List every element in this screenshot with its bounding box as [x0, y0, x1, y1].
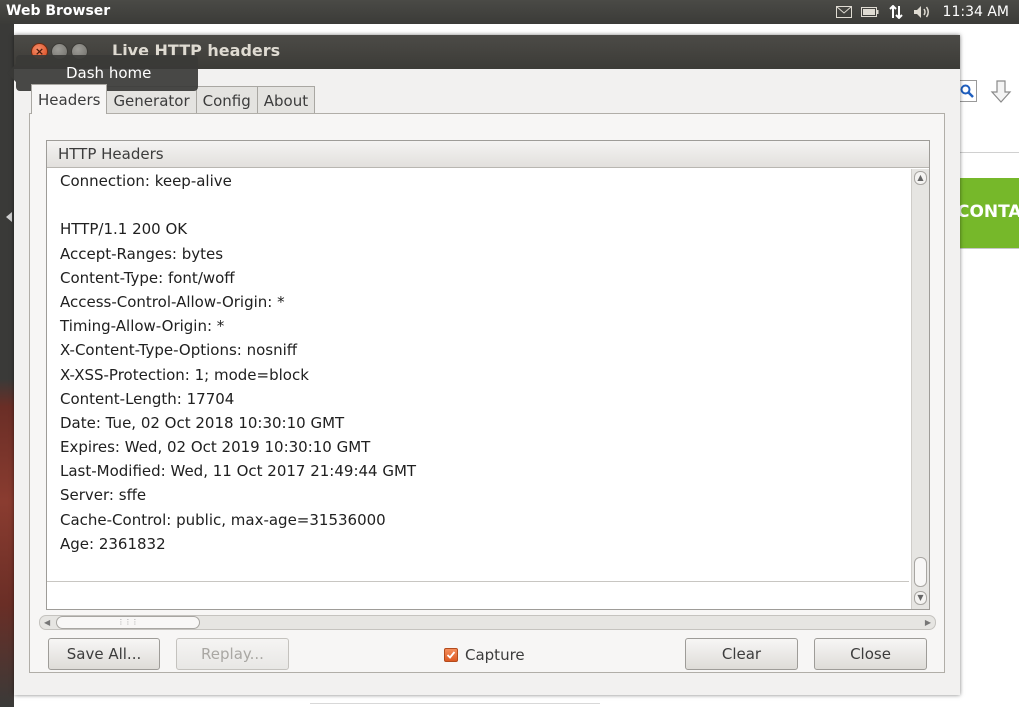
- background-divider: [960, 248, 1019, 249]
- background-contact-banner[interactable]: CONTA: [960, 178, 1019, 248]
- replay-button[interactable]: Replay...: [176, 638, 289, 670]
- launcher-arrow-icon: [6, 212, 12, 222]
- scroll-down-arrow-icon[interactable]: ▼: [914, 591, 927, 605]
- network-icon[interactable]: [883, 0, 909, 24]
- horizontal-scrollbar[interactable]: ◀ ⋮⋮⋮ ▶: [39, 615, 936, 630]
- header-line: Date: Tue, 02 Oct 2018 10:30:10 GMT: [60, 413, 345, 432]
- header-line: X-XSS-Protection: 1; mode=block: [60, 365, 309, 384]
- vertical-scroll-thumb[interactable]: [914, 557, 927, 587]
- header-line: Last-Modified: Wed, 11 Oct 2017 21:49:44…: [60, 462, 417, 481]
- background-toolbar-divider: [960, 152, 1019, 153]
- active-app-title: Web Browser: [6, 3, 111, 19]
- capture-label: Capture: [465, 646, 525, 664]
- header-line: X-Content-Type-Options: nosniff: [60, 341, 298, 360]
- header-line: [47, 193, 909, 217]
- save-all-button[interactable]: Save All...: [48, 638, 160, 670]
- clock[interactable]: 11:34 AM: [935, 4, 1019, 20]
- http-headers-list[interactable]: HTTP Headers Connection: keep-alive HTTP…: [46, 140, 930, 610]
- header-line: Expires: Wed, 02 Oct 2019 10:30:10 GMT: [60, 438, 371, 457]
- header-line: Access-Control-Allow-Origin: *: [60, 292, 285, 311]
- header-line: HTTP/1.1 200 OK: [60, 220, 188, 239]
- capture-checkbox-row[interactable]: Capture: [444, 645, 525, 665]
- header-line: Timing-Allow-Origin: *: [60, 317, 225, 336]
- download-arrow-icon[interactable]: [990, 80, 1014, 106]
- tab-config[interactable]: Config: [195, 86, 258, 114]
- top-panel: Web Browser 11:34 AM: [0, 0, 1019, 24]
- close-button[interactable]: Close: [814, 638, 927, 670]
- header-line: Connection: keep-alive: [60, 172, 232, 190]
- http-headers-text[interactable]: Connection: keep-alive HTTP/1.1 200 OK A…: [47, 169, 909, 581]
- vertical-scrollbar[interactable]: ▲ ▼: [911, 169, 929, 609]
- clear-button[interactable]: Clear: [685, 638, 798, 670]
- scroll-left-arrow-icon[interactable]: ◀: [44, 616, 50, 629]
- horizontal-scroll-thumb[interactable]: ⋮⋮⋮: [56, 616, 200, 629]
- list-bottom-divider: [47, 581, 909, 582]
- search-icon[interactable]: [957, 80, 977, 102]
- system-tray: 11:34 AM: [831, 0, 1019, 24]
- mail-icon[interactable]: [831, 0, 857, 24]
- scroll-right-arrow-icon[interactable]: ▶: [925, 616, 931, 629]
- launcher-edge: [0, 24, 14, 707]
- header-line: Accept-Ranges: bytes: [60, 244, 224, 263]
- battery-icon[interactable]: [857, 0, 883, 24]
- capture-checkbox[interactable]: [444, 648, 458, 662]
- background-banner-text: CONTA: [960, 202, 1019, 222]
- http-headers-column-header[interactable]: HTTP Headers: [47, 141, 929, 168]
- header-line: Server: sffe: [60, 486, 147, 505]
- volume-icon[interactable]: [909, 0, 935, 24]
- tab-about[interactable]: About: [256, 86, 316, 114]
- header-line: Cache-Control: public, max-age=31536000: [60, 510, 386, 529]
- header-line: Content-Length: 17704: [60, 389, 235, 408]
- background-bottom-line: [310, 703, 600, 704]
- checkmark-icon: [446, 651, 456, 659]
- header-line: Age: 2361832: [60, 534, 166, 553]
- background-browser: [960, 60, 1019, 707]
- tab-headers[interactable]: Headers: [31, 84, 108, 114]
- header-line: Content-Type: font/woff: [60, 268, 235, 287]
- scroll-up-arrow-icon[interactable]: ▲: [914, 171, 927, 185]
